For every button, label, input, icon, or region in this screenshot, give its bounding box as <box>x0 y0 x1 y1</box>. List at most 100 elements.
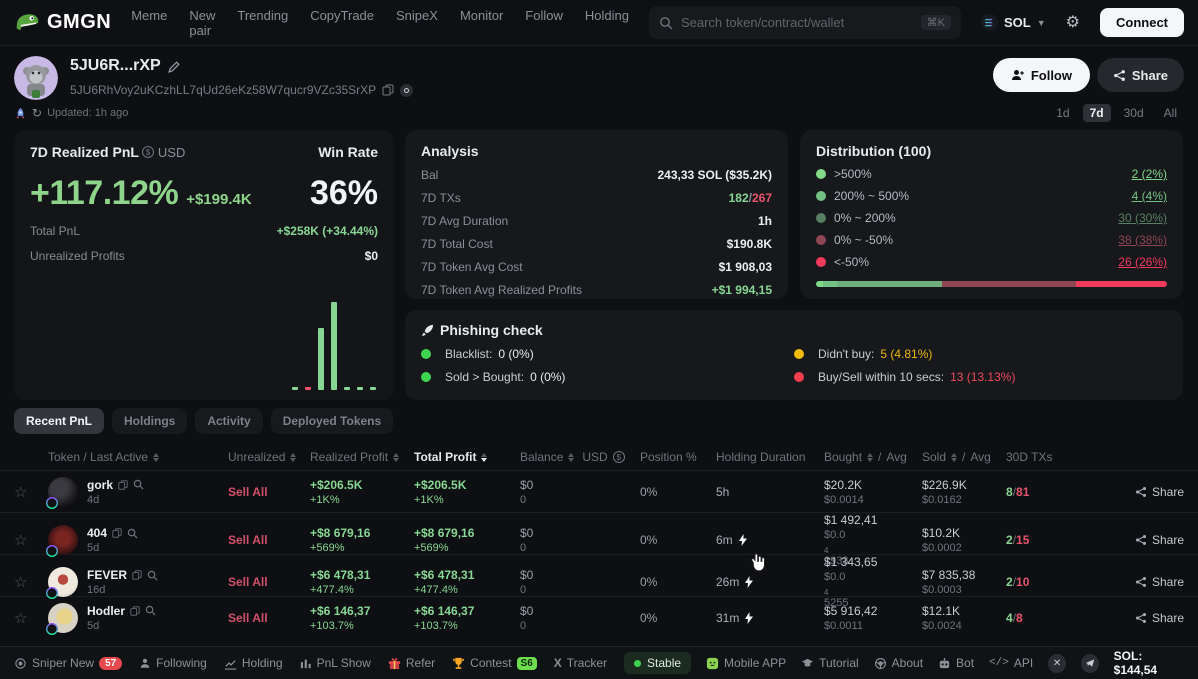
header-realized-profit[interactable]: Realized Profit <box>310 450 414 464</box>
copy-icon[interactable] <box>130 606 140 616</box>
table-row-gork[interactable]: ☆ gork 4d Sell All +$206.5K+1K% +$206.5K… <box>0 470 1198 512</box>
period-30d[interactable]: 30d <box>1117 104 1151 122</box>
star-icon[interactable]: ☆ <box>14 609 48 627</box>
daily-pnl-bar <box>344 387 350 390</box>
footer-about[interactable]: About <box>874 656 923 670</box>
dist-value[interactable]: 26 (26%) <box>1118 255 1167 269</box>
settings-gear-icon[interactable]: ⚙ <box>1066 15 1080 31</box>
edit-pencil-icon[interactable] <box>168 60 181 73</box>
dist-value[interactable]: 30 (30%) <box>1118 211 1167 225</box>
search-icon[interactable] <box>147 570 158 581</box>
header-unrealized[interactable]: Unrealized <box>228 450 310 464</box>
period-all[interactable]: All <box>1157 104 1184 122</box>
token-name[interactable]: Hodler <box>87 604 125 618</box>
chain-label: SOL <box>1004 15 1031 30</box>
footer-api[interactable]: </> API <box>989 656 1033 670</box>
wallet-address[interactable]: 5JU6RhVoy2uKCzhLL7qUd26eKz58W7qucr9VZc35… <box>70 83 376 97</box>
header-total-profit[interactable]: Total Profit <box>414 450 520 464</box>
table-row-hodler[interactable]: ☆ Hodler 5d Sell All +$6 146,37+103.7% +… <box>0 596 1198 638</box>
footer-bot[interactable]: Bot <box>938 656 974 670</box>
telegram-icon[interactable] <box>1081 654 1099 673</box>
follow-button[interactable]: Follow <box>993 58 1090 92</box>
header-token-last-active[interactable]: Token / Last Active <box>48 450 228 464</box>
dist-value[interactable]: 38 (38%) <box>1118 233 1167 247</box>
copy-icon[interactable] <box>112 528 122 538</box>
star-icon[interactable]: ☆ <box>14 483 48 501</box>
token-age: 5d <box>87 620 99 632</box>
nav-item-monitor[interactable]: Monitor <box>460 8 503 38</box>
header-bought-avg[interactable]: Bought/Avg <box>824 450 922 464</box>
tab-recent-pnl[interactable]: Recent PnL <box>14 408 104 434</box>
header-sold-avg[interactable]: Sold/Avg <box>922 450 1006 464</box>
footer-mobile-app[interactable]: Mobile APP <box>706 656 786 670</box>
footer-pnl-show[interactable]: PnL Show <box>300 656 371 670</box>
token-name[interactable]: gork <box>87 478 113 492</box>
sell-all-button[interactable]: Sell All <box>228 611 310 625</box>
chain-selector[interactable]: SOL ▼ <box>981 14 1046 31</box>
bought: $20.2K <box>824 478 922 492</box>
network-status[interactable]: Stable <box>624 652 691 674</box>
nav-menu: Meme New pair Trending CopyTrade SnipeX … <box>131 8 629 38</box>
search-icon[interactable] <box>145 605 156 616</box>
sell-all-button[interactable]: Sell All <box>228 485 310 499</box>
footer-following[interactable]: Following <box>139 656 207 670</box>
footer-refer[interactable]: Refer <box>388 656 435 670</box>
sell-all-button[interactable]: Sell All <box>228 575 310 589</box>
analysis-title: Analysis <box>421 143 772 159</box>
footer-sniper-new[interactable]: Sniper New 57 <box>14 656 122 670</box>
sell-all-button[interactable]: Sell All <box>228 533 310 547</box>
search-icon[interactable] <box>133 479 144 490</box>
distribution-bar-segment <box>823 281 837 287</box>
search-shortcut-badge: ⌘K <box>921 15 951 30</box>
currency-label[interactable]: USD <box>158 145 185 160</box>
nav-item-meme[interactable]: Meme <box>131 8 167 38</box>
connect-button[interactable]: Connect <box>1100 8 1184 37</box>
currency-toggle-icon[interactable]: $ <box>142 146 154 158</box>
search-input[interactable]: Search token/contract/wallet ⌘K <box>649 6 961 39</box>
period-7d[interactable]: 7d <box>1083 104 1111 122</box>
share-button[interactable]: Share <box>1097 58 1184 92</box>
table-row-404[interactable]: ☆ 404 5d Sell All +$8 679,16+569% +$8 67… <box>0 512 1198 554</box>
token-name[interactable]: 404 <box>87 526 107 540</box>
row-share-button[interactable]: Share <box>1100 485 1184 499</box>
nav-item-follow[interactable]: Follow <box>525 8 563 38</box>
tab-holdings[interactable]: Holdings <box>112 408 187 434</box>
nav-item-holding[interactable]: Holding <box>585 8 629 38</box>
footer-contest[interactable]: Contest S6 <box>452 656 537 670</box>
tab-activity[interactable]: Activity <box>195 408 262 434</box>
copy-icon[interactable] <box>118 480 128 490</box>
search-icon[interactable] <box>127 528 138 539</box>
star-icon[interactable]: ☆ <box>14 531 48 549</box>
copy-icon[interactable] <box>132 570 142 580</box>
header-30d-txs: 30D TXs <box>1006 450 1100 464</box>
row-share-button[interactable]: Share <box>1100 611 1184 625</box>
nav-item-snipex[interactable]: SnipeX <box>396 8 438 38</box>
position-percent: 0% <box>640 611 716 625</box>
footer-tutorial[interactable]: Tutorial <box>801 656 859 670</box>
dist-label: 0% ~ -50% <box>834 233 893 247</box>
phish-dot-yellow <box>794 349 804 359</box>
balance: $0 <box>520 526 640 540</box>
star-icon[interactable]: ☆ <box>14 573 48 591</box>
footer-holding[interactable]: Holding <box>224 656 283 670</box>
footer-tracker[interactable]: X Tracker <box>554 656 607 670</box>
row-share-button[interactable]: Share <box>1100 575 1184 589</box>
table-row-fever[interactable]: ☆ FEVER 16d Sell All +$6 478,31+477.4% +… <box>0 554 1198 596</box>
tab-deployed-tokens[interactable]: Deployed Tokens <box>271 408 393 434</box>
header-balance-usd[interactable]: BalanceUSD$ <box>520 450 640 464</box>
dist-value[interactable]: 4 (4%) <box>1132 189 1167 203</box>
usd-toggle-icon[interactable]: $ <box>613 451 625 463</box>
refresh-icon[interactable]: ↻ <box>32 106 42 120</box>
period-1d[interactable]: 1d <box>1049 104 1076 122</box>
row-share-button[interactable]: Share <box>1100 533 1184 547</box>
x-social-icon[interactable]: ✕ <box>1048 654 1066 673</box>
token-name[interactable]: FEVER <box>87 568 127 582</box>
nav-item-trending[interactable]: Trending <box>237 8 288 38</box>
dist-value[interactable]: 2 (2%) <box>1132 167 1167 181</box>
nav-item-new-pair[interactable]: New pair <box>189 8 215 38</box>
gmgn-logo[interactable]: GMGN <box>14 10 111 36</box>
explorer-icon[interactable] <box>400 84 413 97</box>
nav-item-copytrade[interactable]: CopyTrade <box>310 8 374 38</box>
total-pnl-value: +$258K (+34.44%) <box>277 224 378 238</box>
copy-address-icon[interactable] <box>382 84 394 96</box>
